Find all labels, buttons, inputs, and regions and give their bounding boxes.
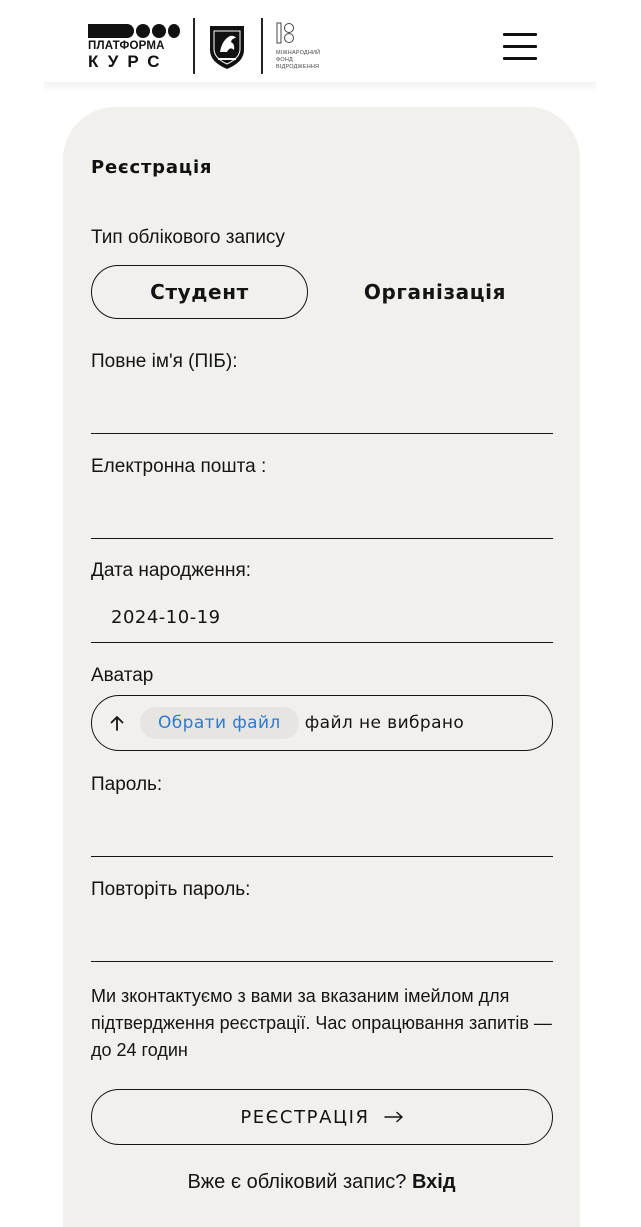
file-status-text: файл не вибрано bbox=[304, 713, 465, 733]
account-type-student-toggle[interactable]: Студент bbox=[91, 265, 308, 319]
irf-mark-icon bbox=[276, 22, 294, 44]
register-button[interactable]: РЕЄСТРАЦІЯ bbox=[91, 1089, 553, 1145]
logo-text-line1: ПЛАТФОРМА bbox=[88, 40, 165, 52]
logo-dot bbox=[152, 24, 166, 38]
full-name-input[interactable] bbox=[91, 384, 553, 434]
register-button-label: РЕЄСТРАЦІЯ bbox=[240, 1106, 370, 1128]
avatar-label: Аватар bbox=[91, 665, 154, 686]
hamburger-menu-icon[interactable] bbox=[501, 31, 541, 63]
password-input[interactable] bbox=[91, 807, 553, 857]
registration-card: Реєстрація Тип облікового запису Студент… bbox=[63, 107, 580, 1227]
login-prompt: Вже є обліковий запис? Вхід bbox=[63, 1171, 580, 1194]
irf-logo-text: Міжнародний фонд відродження bbox=[276, 50, 321, 70]
header-divider bbox=[193, 18, 195, 74]
upload-arrow-icon bbox=[110, 716, 124, 731]
site-header: ПЛАТФОРМА КУРС Міжнародний фонд відродже… bbox=[0, 0, 641, 86]
birth-date-value: 2024-10-19 bbox=[111, 607, 221, 628]
page-title: Реєстрація bbox=[91, 157, 213, 178]
irf-logo[interactable]: Міжнародний фонд відродження bbox=[276, 22, 336, 72]
shield-emblem-icon bbox=[210, 26, 244, 69]
repeat-password-label: Повторіть пароль: bbox=[91, 879, 251, 900]
confirmation-note: Ми зконтактуємо з вами за вказаним імейл… bbox=[91, 986, 552, 1060]
login-prompt-text: Вже є обліковий запис? bbox=[187, 1171, 407, 1193]
password-label: Пароль: bbox=[91, 774, 163, 795]
logo-bar-shape bbox=[88, 24, 134, 38]
email-input[interactable] bbox=[91, 489, 553, 539]
account-type-label: Тип облікового запису bbox=[91, 227, 285, 248]
email-label: Електронна пошта : bbox=[91, 456, 267, 477]
birth-date-input[interactable]: 2024-10-19 bbox=[91, 593, 553, 643]
platforma-kurs-logo[interactable]: ПЛАТФОРМА КУРС bbox=[88, 22, 180, 72]
avatar-file-input[interactable]: Обрати файл файл не вибрано bbox=[91, 695, 553, 751]
arrow-right-icon bbox=[383, 1111, 403, 1123]
header-shadow bbox=[44, 82, 596, 92]
full-name-label: Повне ім'я (ПІБ): bbox=[91, 351, 238, 372]
logo-dot bbox=[168, 24, 180, 38]
account-type-organization-toggle[interactable]: Організація bbox=[335, 265, 535, 319]
choose-file-button[interactable]: Обрати файл bbox=[140, 707, 299, 739]
header-divider bbox=[261, 18, 263, 74]
logo-dot bbox=[136, 24, 150, 38]
logo-text-line2: КУРС bbox=[88, 52, 169, 71]
login-link[interactable]: Вхід bbox=[412, 1171, 456, 1193]
birth-date-label: Дата народження: bbox=[91, 560, 252, 581]
repeat-password-input[interactable] bbox=[91, 912, 553, 962]
